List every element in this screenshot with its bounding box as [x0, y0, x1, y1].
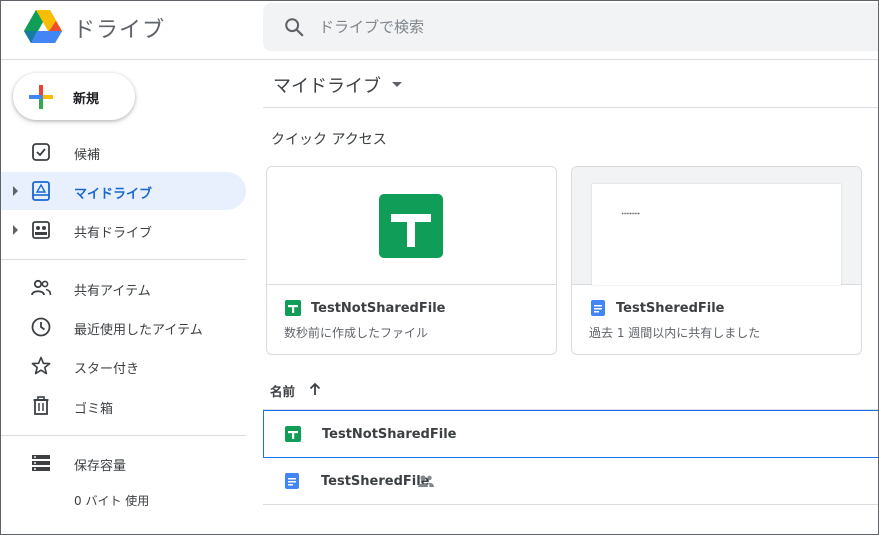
- people-icon: [31, 279, 52, 296]
- storage-usage: 0 バイト 使用: [74, 494, 150, 508]
- expand-caret-icon[interactable]: [13, 225, 18, 235]
- sidebar-item-label: ゴミ箱: [74, 402, 114, 417]
- trash-icon: [33, 396, 49, 415]
- check-box-icon: [32, 143, 50, 161]
- search-icon[interactable]: [283, 16, 305, 38]
- my-drive-icon: [32, 181, 50, 201]
- shared-drive-icon: [32, 221, 50, 239]
- document-text-preview: [622, 212, 640, 215]
- new-button-label: 新規: [73, 92, 100, 107]
- sidebar-item-label: スター付き: [74, 362, 140, 377]
- sidebar-item-recent[interactable]: 最近使用したアイテム: [1, 308, 246, 346]
- quick-access-card[interactable]: TestNotSharedFile 数秒前に作成したファイル: [266, 166, 557, 355]
- docs-icon: [591, 300, 605, 316]
- document-preview: [592, 184, 841, 285]
- drive-window: ドライブ 新規 候補 マイドライブ: [0, 0, 879, 535]
- shared-people-icon: [418, 475, 434, 487]
- sidebar-item-label: 共有ドライブ: [74, 226, 153, 241]
- sheets-icon: [285, 300, 301, 316]
- star-icon: [31, 356, 51, 375]
- sidebar-divider: [1, 259, 246, 260]
- card-file-name: TestNotSharedFile: [311, 301, 446, 316]
- page-title[interactable]: マイドライブ: [273, 72, 381, 98]
- sidebar-item-my-drive[interactable]: マイドライブ: [1, 172, 246, 210]
- sidebar-item-label: 最近使用したアイテム: [74, 323, 203, 338]
- file-name: TestNotSharedFile: [322, 427, 457, 442]
- card-thumbnail: [267, 167, 556, 285]
- header-divider: [1, 59, 878, 60]
- sidebar-item-label: 保存容量: [74, 459, 127, 474]
- clock-icon: [31, 317, 51, 337]
- sidebar-item-trash[interactable]: ゴミ箱: [1, 387, 246, 425]
- sidebar-divider: [1, 435, 246, 436]
- sheets-icon: [285, 426, 301, 442]
- search-input[interactable]: [319, 3, 859, 51]
- quick-access-card[interactable]: TestSheredFile 過去 1 週間以内に共有しました: [571, 166, 862, 355]
- app-title: ドライブ: [73, 18, 166, 43]
- card-file-name: TestSheredFile: [616, 301, 725, 316]
- card-description: 数秒前に作成したファイル: [284, 326, 429, 340]
- arrow-up-icon[interactable]: [308, 382, 322, 396]
- sidebar-item-label: 候補: [74, 148, 101, 163]
- list-divider: [263, 504, 878, 505]
- sidebar-item-label: マイドライブ: [74, 187, 153, 202]
- file-name: TestSheredFile: [321, 474, 430, 489]
- card-description: 過去 1 週間以内に共有しました: [589, 326, 761, 340]
- plus-icon: [29, 85, 53, 109]
- card-thumbnail: [572, 167, 861, 285]
- search-bar[interactable]: [263, 3, 878, 51]
- new-button[interactable]: 新規: [13, 73, 135, 120]
- quick-access-title: クイック アクセス: [271, 132, 387, 148]
- chevron-down-icon[interactable]: [392, 82, 402, 87]
- sidebar-item-suggested[interactable]: 候補: [1, 133, 246, 171]
- docs-icon: [285, 473, 299, 489]
- expand-caret-icon[interactable]: [13, 186, 18, 196]
- sheets-file-icon: [379, 194, 443, 258]
- column-header-name[interactable]: 名前: [270, 381, 295, 400]
- storage-icon: [32, 455, 50, 471]
- sidebar-item-shared-with-me[interactable]: 共有アイテム: [1, 269, 246, 307]
- title-divider: [263, 107, 878, 108]
- sidebar-item-starred[interactable]: スター付き: [1, 347, 246, 385]
- file-row[interactable]: TestSheredFile: [263, 458, 878, 506]
- file-row[interactable]: TestNotSharedFile: [263, 410, 878, 458]
- sidebar-item-storage[interactable]: 保存容量: [1, 444, 246, 482]
- sidebar-item-shared-drives[interactable]: 共有ドライブ: [1, 211, 246, 249]
- sidebar-item-label: 共有アイテム: [74, 284, 151, 299]
- google-drive-logo[interactable]: [23, 9, 63, 45]
